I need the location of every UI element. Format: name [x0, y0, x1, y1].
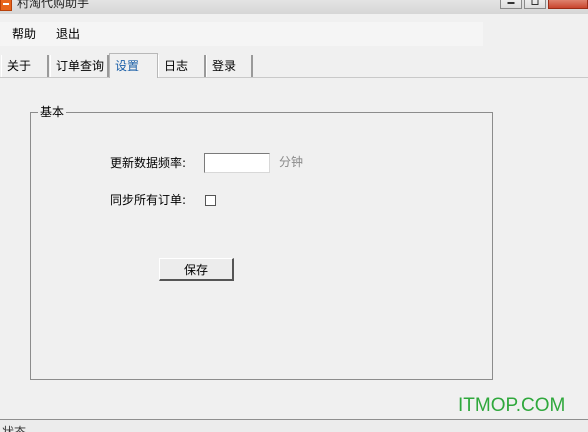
save-button[interactable]: 保存	[159, 258, 234, 281]
tab-label: 关于	[7, 59, 32, 73]
tab-strip: 关于 订单查询 设置 日志 登录	[0, 53, 588, 78]
window-controls	[498, 0, 588, 10]
tab-divider	[0, 77, 588, 78]
status-text: 状态	[2, 425, 27, 432]
close-button[interactable]	[548, 0, 588, 9]
maximize-button[interactable]	[524, 0, 546, 9]
app-icon	[0, 0, 12, 11]
tab-about[interactable]: 关于	[1, 55, 49, 77]
menu-help[interactable]: 帮助	[10, 26, 38, 42]
sync-orders-label: 同步所有订单:	[110, 193, 187, 207]
tab-log[interactable]: 日志	[158, 55, 206, 77]
refresh-unit-label: 分钟	[279, 155, 304, 169]
maximize-icon	[531, 0, 539, 5]
title-bar: 村淘代购助手	[0, 0, 588, 14]
tab-settings[interactable]: 设置	[109, 53, 158, 78]
tab-login[interactable]: 登录	[206, 55, 253, 77]
minimize-button[interactable]	[500, 0, 522, 9]
tab-order-query[interactable]: 订单查询	[50, 55, 109, 77]
minimize-icon	[507, 2, 515, 4]
window-title: 村淘代购助手	[17, 0, 90, 10]
menu-exit[interactable]: 退出	[54, 26, 82, 42]
sync-orders-checkbox[interactable]	[205, 195, 216, 206]
group-title: 基本	[38, 104, 67, 120]
status-bar: 状态	[0, 420, 588, 432]
watermark: ITMOP.COM	[458, 395, 566, 416]
tab-label: 日志	[164, 59, 189, 73]
tab-label: 设置	[115, 59, 140, 73]
refresh-frequency-label: 更新数据频率:	[110, 156, 187, 170]
tab-label: 订单查询	[56, 59, 105, 73]
tab-label: 登录	[212, 59, 237, 73]
refresh-frequency-input[interactable]	[204, 153, 270, 173]
menu-bar: 帮助 退出	[0, 22, 483, 46]
